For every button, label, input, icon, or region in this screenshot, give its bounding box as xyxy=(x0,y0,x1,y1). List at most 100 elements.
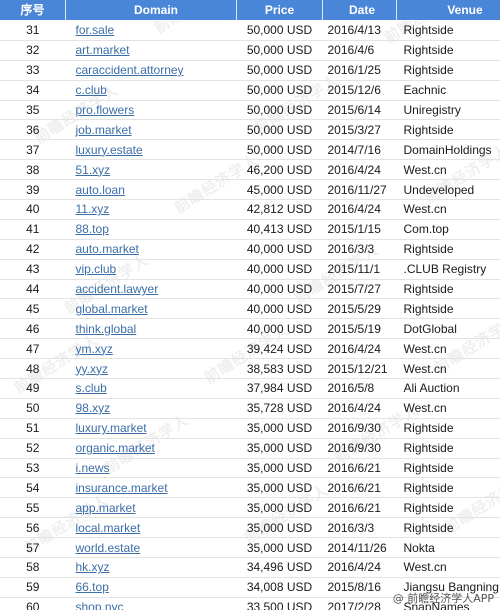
domain-link[interactable]: hk.xyz xyxy=(76,560,110,574)
cell-date: 2015/12/21 xyxy=(322,358,397,380)
domain-link[interactable]: yy.xyz xyxy=(76,362,108,376)
cell-domain: insurance.market xyxy=(65,477,237,499)
cell-venue: Eachnic xyxy=(396,80,500,101)
table-row: 33 caraccident.attorney 50,000 USD 2016/1/2… xyxy=(0,60,500,81)
cell-venue: West.cn xyxy=(396,199,500,220)
domain-link[interactable]: 88.top xyxy=(76,222,109,236)
cell-price: 40,000 USD xyxy=(236,279,323,300)
table-row: 46 think.global 40,000 USD 2015/5/19 DotGlob… xyxy=(0,318,500,340)
cell-date: 2016/3/3 xyxy=(322,239,397,260)
domain-link[interactable]: i.news xyxy=(76,461,110,475)
domain-link[interactable]: pro.flowers xyxy=(76,103,135,117)
cell-venue: Rightside xyxy=(396,239,500,260)
column-header-venue[interactable]: Venue xyxy=(396,0,500,21)
cell-index: 34 xyxy=(0,80,66,101)
cell-index: 42 xyxy=(0,239,66,260)
cell-venue: Nokta xyxy=(396,537,500,559)
table-row: 48 yy.xyz 38,583 USD 2015/12/21 West.cn xyxy=(0,358,500,380)
cell-index: 57 xyxy=(0,537,66,559)
domain-link[interactable]: for.sale xyxy=(76,23,115,37)
cell-date: 2016/4/13 xyxy=(322,20,397,41)
cell-date: 2016/4/24 xyxy=(322,159,397,181)
cell-index: 54 xyxy=(0,477,66,499)
cell-domain: art.market xyxy=(65,40,237,61)
cell-domain: world.estate xyxy=(65,537,237,559)
domain-link[interactable]: ym.xyz xyxy=(76,342,113,356)
cell-index: 46 xyxy=(0,318,66,340)
cell-domain: i.news xyxy=(65,458,237,479)
cell-index: 32 xyxy=(0,40,66,61)
cell-domain: yy.xyz xyxy=(65,358,237,380)
domain-link[interactable]: think.global xyxy=(76,322,137,336)
cell-price: 33,500 USD xyxy=(236,597,323,610)
cell-price: 35,000 USD xyxy=(236,418,323,439)
cell-price: 50,000 USD xyxy=(236,20,323,41)
domain-link[interactable]: 11.xyz xyxy=(76,202,110,216)
cell-date: 2015/12/6 xyxy=(322,80,397,101)
cell-date: 2016/6/21 xyxy=(322,477,397,499)
cell-domain: shop.nyc xyxy=(65,597,237,610)
cell-index: 49 xyxy=(0,378,66,399)
domain-link[interactable]: 51.xyz xyxy=(76,163,111,177)
cell-price: 35,728 USD xyxy=(236,398,323,419)
cell-date: 2014/11/26 xyxy=(322,537,397,559)
domain-link[interactable]: shop.nyc xyxy=(76,600,124,610)
cell-price: 39,424 USD xyxy=(236,338,323,360)
domain-link[interactable]: organic.market xyxy=(76,441,155,455)
cell-date: 2015/11/1 xyxy=(322,259,397,280)
cell-domain: think.global xyxy=(65,318,237,340)
table-header: 序号 Domain Price Date Venue xyxy=(0,0,500,21)
domain-link[interactable]: accident.lawyer xyxy=(76,282,159,296)
domain-link[interactable]: caraccident.attorney xyxy=(76,63,184,77)
cell-index: 45 xyxy=(0,298,66,320)
domain-link[interactable]: job.market xyxy=(76,123,132,137)
domain-link[interactable]: c.club xyxy=(76,83,107,97)
cell-price: 35,000 USD xyxy=(236,458,323,479)
cell-venue: Rightside xyxy=(396,40,500,61)
domain-link[interactable]: global.market xyxy=(76,302,148,316)
column-header-domain[interactable]: Domain xyxy=(65,0,237,21)
cell-domain: vip.club xyxy=(65,259,237,280)
cell-price: 42,812 USD xyxy=(236,199,323,220)
domain-link[interactable]: auto.market xyxy=(76,242,139,256)
domain-link[interactable]: art.market xyxy=(76,43,130,57)
column-header-date[interactable]: Date xyxy=(322,0,397,21)
domain-link[interactable]: s.club xyxy=(76,381,107,395)
cell-index: 35 xyxy=(0,100,66,121)
cell-index: 36 xyxy=(0,119,66,141)
column-header-index[interactable]: 序号 xyxy=(0,0,66,21)
domain-link[interactable]: 98.xyz xyxy=(76,401,111,415)
domain-link[interactable]: luxury.market xyxy=(76,421,147,435)
cell-date: 2015/7/27 xyxy=(322,279,397,300)
cell-date: 2016/9/30 xyxy=(322,438,397,459)
cell-index: 55 xyxy=(0,497,66,519)
cell-venue: Uniregistry xyxy=(396,100,500,121)
cell-domain: 98.xyz xyxy=(65,398,237,419)
table-page: 前瞻经济学人 前瞻经济学人 前瞻经济学人 前瞻经济学人 前瞻经济学人 前瞻经济学人 前瞻经济… xyxy=(0,0,500,610)
cell-index: 48 xyxy=(0,358,66,380)
cell-domain: caraccident.attorney xyxy=(65,60,237,81)
cell-domain: app.market xyxy=(65,497,237,519)
cell-date: 2016/1/25 xyxy=(322,60,397,81)
domain-link[interactable]: 66.top xyxy=(76,580,109,594)
domain-link[interactable]: local.market xyxy=(76,521,141,535)
cell-venue: Undeveloped xyxy=(396,179,500,201)
domain-link[interactable]: vip.club xyxy=(76,262,117,276)
column-header-price[interactable]: Price xyxy=(236,0,323,21)
cell-venue: .CLUB Registry xyxy=(396,259,500,280)
cell-index: 40 xyxy=(0,199,66,220)
cell-venue: West.cn xyxy=(396,398,500,419)
domain-link[interactable]: insurance.market xyxy=(76,481,168,495)
domain-link[interactable]: app.market xyxy=(76,501,136,515)
cell-price: 40,000 USD xyxy=(236,318,323,340)
cell-domain: accident.lawyer xyxy=(65,279,237,300)
cell-venue: Rightside xyxy=(396,438,500,459)
domain-link[interactable]: luxury.estate xyxy=(76,143,143,157)
cell-price: 46,200 USD xyxy=(236,159,323,181)
cell-domain: global.market xyxy=(65,298,237,320)
domain-link[interactable]: auto.loan xyxy=(76,183,125,197)
domain-link[interactable]: world.estate xyxy=(76,541,141,555)
cell-venue: Rightside xyxy=(396,60,500,81)
cell-price: 50,000 USD xyxy=(236,60,323,81)
cell-venue: DomainHoldings xyxy=(396,139,500,161)
